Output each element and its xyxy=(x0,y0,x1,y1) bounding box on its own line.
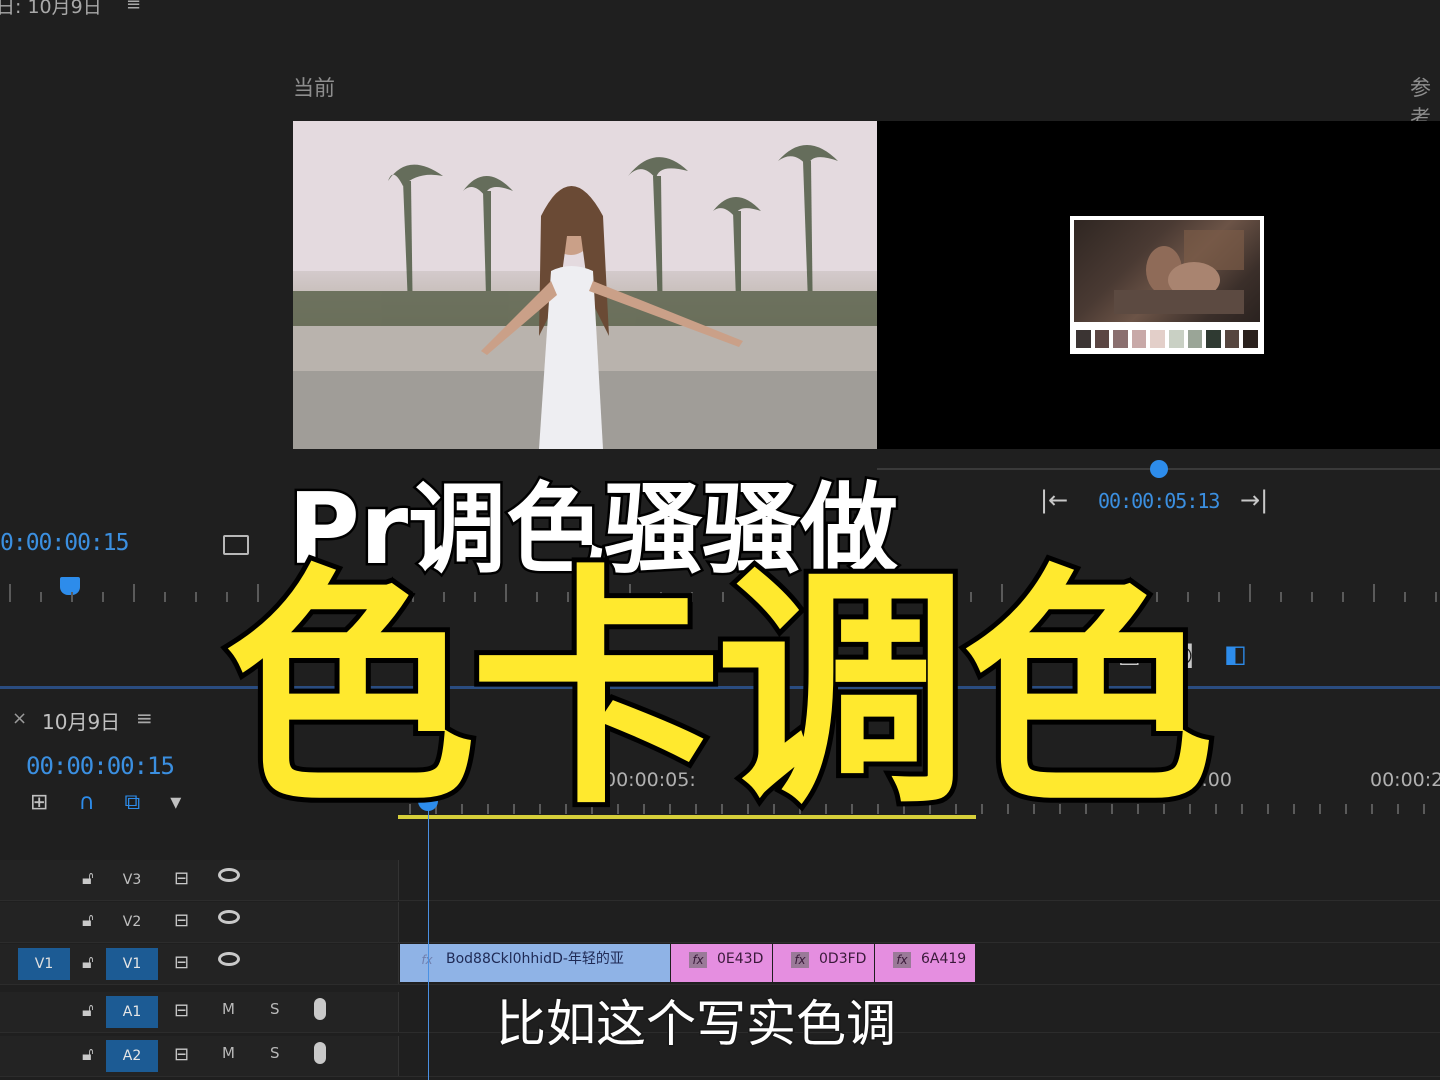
lock-icon[interactable]: 🔓︎ xyxy=(82,868,94,889)
lock-icon[interactable]: 🔓︎ xyxy=(82,1000,94,1021)
clip-name: 0D3FD xyxy=(819,951,867,967)
timeline-clip[interactable]: fx 6A419 xyxy=(875,944,975,982)
current-label: 当前 xyxy=(293,76,335,100)
mute-button[interactable]: M xyxy=(222,1000,235,1018)
current-frame-image xyxy=(293,121,877,449)
source-patch-v1[interactable]: V1 xyxy=(18,948,70,980)
go-to-in-icon[interactable]: |← xyxy=(1040,486,1068,514)
track-header-a2: 🔓︎ A2 ⊟ M S xyxy=(0,1036,399,1076)
color-swatch xyxy=(1222,328,1242,350)
track-label-a1[interactable]: A1 xyxy=(106,996,158,1028)
fx-badge-icon: fx xyxy=(791,952,809,968)
solo-button[interactable]: S xyxy=(270,1044,280,1062)
mute-button[interactable]: M xyxy=(222,1044,235,1062)
lock-icon[interactable]: 🔓︎ xyxy=(82,1044,94,1065)
track-label-v3[interactable]: V3 xyxy=(106,864,158,896)
track-header-a1: 🔓︎ A1 ⊟ M S xyxy=(0,992,399,1032)
go-to-out-icon[interactable]: →| xyxy=(1240,486,1268,514)
sequence-tab[interactable]: 10月9日 xyxy=(42,706,120,735)
color-swatch xyxy=(1129,328,1149,350)
add-marker-icon[interactable]: ▾ xyxy=(170,790,181,815)
linked-selection-icon[interactable]: ⧉ xyxy=(125,790,141,815)
color-swatch xyxy=(1074,328,1093,350)
eye-icon[interactable] xyxy=(218,868,240,882)
timeline-playhead-line xyxy=(428,800,429,1080)
fx-badge-icon: fx xyxy=(421,953,433,967)
color-swatch xyxy=(1092,328,1112,350)
reference-photo xyxy=(1074,220,1260,322)
subtitle-caption: 比如这个写实色调 xyxy=(495,994,898,1055)
track-label-a2[interactable]: A2 xyxy=(106,1040,158,1072)
program-playhead[interactable] xyxy=(1150,460,1168,478)
timeline-clip[interactable]: fx Bod88Ckl0hhidD-年轻的亚 xyxy=(400,944,670,982)
track-header-v3: 🔓︎ V3 ⊟ xyxy=(0,860,399,900)
reference-photo-illustration xyxy=(1114,230,1244,314)
close-sequence-icon[interactable]: × xyxy=(12,708,27,729)
color-swatch xyxy=(1241,328,1260,350)
source-timecode: 0:00:00:15 xyxy=(0,530,129,556)
color-swatch xyxy=(1204,328,1223,350)
track-row-v2: 🔓︎ V2 ⊟ xyxy=(0,902,1440,943)
color-swatch xyxy=(1185,328,1205,350)
timeline-menu-icon[interactable]: ≡ xyxy=(136,706,153,730)
compare-view-icon[interactable]: ◧ xyxy=(1224,640,1247,668)
sync-lock-icon[interactable]: ⊟ xyxy=(174,1044,189,1065)
clip-name: 0E43D xyxy=(717,951,764,967)
microphone-icon[interactable] xyxy=(314,998,326,1020)
lock-icon[interactable]: 🔓︎ xyxy=(82,952,94,973)
beach-scene-illustration xyxy=(293,121,877,449)
sequence-title: 日: 10月9日 xyxy=(0,0,102,18)
track-label-v1[interactable]: V1 xyxy=(106,948,158,980)
timeline-clip[interactable]: fx 0D3FD xyxy=(773,944,874,982)
track-label-v2[interactable]: V2 xyxy=(106,906,158,938)
ruler-label-20s: 00:00:20 xyxy=(1370,769,1440,791)
color-card xyxy=(1070,216,1264,354)
color-swatch xyxy=(1148,328,1167,350)
timeline-timecode[interactable]: 00:00:00:15 xyxy=(26,752,175,780)
track-header-v1: V1 🔓︎ V1 ⊟ xyxy=(0,944,399,984)
lock-icon[interactable]: 🔓︎ xyxy=(82,910,94,931)
color-swatch-strip xyxy=(1074,328,1260,350)
snap-magnet-icon[interactable]: ∩ xyxy=(78,790,94,815)
color-swatch xyxy=(1166,328,1186,350)
solo-button[interactable]: S xyxy=(270,1000,280,1018)
overlay-title-line2: 色卡调色 xyxy=(219,545,1219,838)
sync-lock-icon[interactable]: ⊟ xyxy=(174,868,189,889)
program-timecode: 00:00:05:13 xyxy=(1098,489,1220,513)
fx-badge-icon: fx xyxy=(893,952,911,968)
clip-name: Bod88Ckl0hhidD-年轻的亚 xyxy=(446,951,624,967)
sync-lock-icon[interactable]: ⊟ xyxy=(174,952,189,973)
sync-lock-icon[interactable]: ⊟ xyxy=(174,1000,189,1021)
track-header-v2: 🔓︎ V2 ⊟ xyxy=(0,902,399,942)
clip-name: 6A419 xyxy=(921,951,967,967)
color-swatch xyxy=(1111,328,1130,350)
eye-icon[interactable] xyxy=(218,952,240,966)
timeline-tools: ⊞ ∩ ⧉ ▾ xyxy=(30,790,181,815)
panel-menu-icon[interactable]: ≡ xyxy=(126,0,141,15)
fx-badge-icon: fx xyxy=(689,952,707,968)
timeline-clip[interactable]: fx 0E43D xyxy=(671,944,772,982)
nest-icon[interactable]: ⊞ xyxy=(30,790,48,815)
track-row-v3: 🔓︎ V3 ⊟ xyxy=(0,860,1440,901)
eye-icon[interactable] xyxy=(218,910,240,924)
sync-lock-icon[interactable]: ⊟ xyxy=(174,910,189,931)
microphone-icon[interactable] xyxy=(314,1042,326,1064)
